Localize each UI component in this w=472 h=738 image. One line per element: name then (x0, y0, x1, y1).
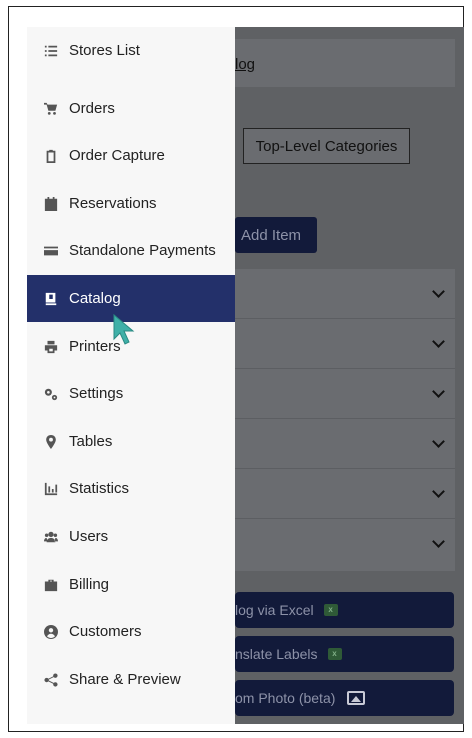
add-item-button[interactable]: Add Item (235, 217, 317, 253)
printer-icon (43, 339, 59, 355)
bar-chart-icon (43, 481, 59, 497)
cart-icon (43, 101, 59, 117)
nav-item-label: Tables (69, 433, 113, 450)
nav-item-tables[interactable]: Tables (27, 418, 235, 465)
nav-item-label: Billing (69, 576, 110, 593)
users-icon (43, 529, 59, 545)
nav-item-label: Order Capture (69, 147, 165, 164)
cogs-icon (43, 386, 59, 402)
import-excel-button[interactable]: log via Excel x (235, 592, 454, 628)
nav-item-label: Orders (69, 100, 115, 117)
book-icon (43, 291, 59, 307)
chevron-down-icon (432, 535, 445, 548)
credit-card-icon (43, 243, 59, 259)
nav-item-orders[interactable]: Orders (27, 85, 235, 132)
navigation-drawer: Stores List Orders Order Capture Reserva… (27, 27, 235, 724)
nav-item-stores-list[interactable]: Stores List (27, 27, 235, 74)
nav-item-label: Catalog (69, 290, 121, 307)
translate-labels-button[interactable]: nslate Labels x (235, 636, 454, 672)
nav-item-label: Statistics (69, 480, 130, 497)
nav-item-settings[interactable]: Settings (27, 370, 235, 417)
excel-icon: x (327, 648, 342, 660)
nav-item-customers[interactable]: Customers (27, 608, 235, 655)
nav-item-label: Users (69, 528, 109, 545)
list-item[interactable] (235, 519, 455, 569)
nav-item-label: Settings (69, 385, 124, 402)
nav-item-label: Share & Preview (69, 671, 181, 688)
briefcase-icon (43, 577, 59, 593)
from-photo-label: om Photo (beta) (235, 690, 336, 706)
tab-top-level-categories[interactable]: Top-Level Categories (243, 128, 410, 164)
image-icon (347, 691, 366, 705)
chevron-down-icon (432, 485, 445, 498)
nav-item-statistics[interactable]: Statistics (27, 465, 235, 512)
mouse-pointer-icon (113, 313, 135, 345)
chevron-down-icon (432, 385, 445, 398)
nav-item-order-capture[interactable]: Order Capture (27, 132, 235, 179)
map-marker-icon (43, 434, 59, 450)
nav-item-share-preview[interactable]: Share & Preview (27, 656, 235, 703)
user-circle-icon (43, 624, 59, 640)
nav-item-users[interactable]: Users (27, 513, 235, 560)
from-photo-button[interactable]: om Photo (beta) (235, 680, 454, 716)
list-item[interactable] (235, 369, 455, 419)
list-item[interactable] (235, 269, 455, 319)
nav-item-label: Standalone Payments (69, 242, 216, 259)
nav-item-label: Customers (69, 623, 142, 640)
list-item[interactable] (235, 469, 455, 519)
nav-item-reservations[interactable]: Reservations (27, 180, 235, 227)
device-frame: log Top-Level Categories Add Item log vi… (8, 6, 464, 732)
nav-item-label: Reservations (69, 195, 157, 212)
nav-item-label: Stores List (69, 42, 140, 59)
list-item[interactable] (235, 319, 455, 369)
chevron-down-icon (432, 435, 445, 448)
share-icon (43, 672, 59, 688)
calendar-icon (43, 196, 59, 212)
app-screen: log Top-Level Categories Add Item log vi… (27, 27, 464, 724)
nav-item-billing[interactable]: Billing (27, 561, 235, 608)
nav-item-standalone-payments[interactable]: Standalone Payments (27, 227, 235, 274)
page-title: log (235, 56, 256, 73)
clipboard-icon (43, 148, 59, 164)
excel-icon: x (323, 604, 338, 616)
chevron-down-icon (432, 335, 445, 348)
category-list (235, 269, 455, 571)
translate-labels-label: nslate Labels (235, 646, 318, 662)
list-icon (43, 43, 59, 59)
list-item[interactable] (235, 419, 455, 469)
chevron-down-icon (432, 285, 445, 298)
import-excel-label: log via Excel (235, 602, 314, 618)
